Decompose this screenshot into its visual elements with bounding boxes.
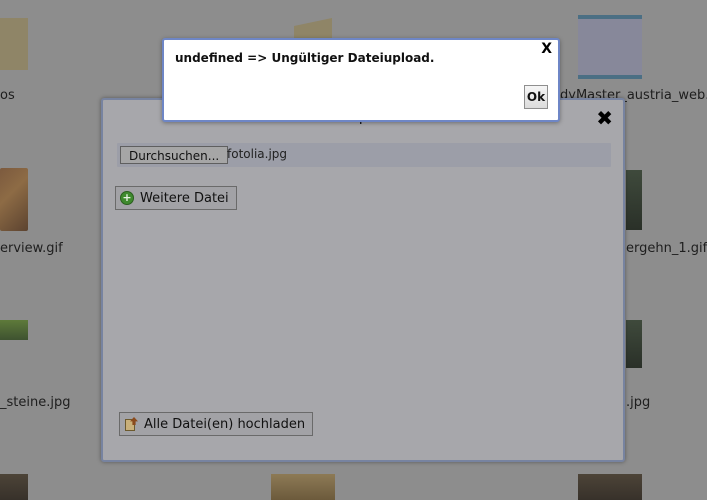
upload-all-label: Alle Datei(en) hochladen (144, 416, 306, 432)
image-thumbnail[interactable] (578, 15, 642, 79)
upload-all-button[interactable]: Alle Datei(en) hochladen (119, 412, 314, 436)
ok-button[interactable]: Ok (524, 85, 548, 109)
file-label[interactable]: erview.gif (0, 241, 63, 256)
add-file-label: Weitere Datei (140, 190, 229, 206)
plus-icon: + (120, 191, 134, 205)
image-thumbnail[interactable] (626, 320, 642, 368)
image-thumbnail[interactable] (578, 474, 642, 500)
close-icon[interactable]: X (541, 41, 552, 57)
image-thumbnail[interactable] (626, 170, 642, 230)
image-thumbnail[interactable] (271, 474, 335, 500)
folder-thumbnail[interactable] (0, 18, 28, 70)
selected-file-name: fotolia.jpg (227, 147, 288, 161)
image-thumbnail[interactable] (0, 474, 28, 500)
error-alert: undefined => Ungültiger Dateiupload. X O… (162, 38, 560, 122)
image-thumbnail[interactable] (0, 320, 28, 340)
image-thumbnail[interactable] (0, 168, 28, 231)
browse-button[interactable]: Durchsuchen... (120, 146, 229, 164)
file-label[interactable]: os (0, 88, 15, 103)
file-input-row[interactable]: Durchsuchen... fotolia.jpg (117, 143, 611, 167)
close-icon[interactable]: ✖ (596, 108, 613, 128)
upload-icon (124, 417, 138, 431)
file-label[interactable]: _steine.jpg (0, 395, 70, 410)
file-label[interactable]: ergehn_1.gif (626, 241, 707, 256)
alert-message: undefined => Ungültiger Dateiupload. (175, 51, 435, 65)
add-file-button[interactable]: + Weitere Datei (115, 186, 237, 210)
file-label[interactable]: .jpg (626, 395, 650, 410)
upload-dialog: p ✖ Durchsuchen... fotolia.jpg + Weitere… (101, 98, 625, 462)
